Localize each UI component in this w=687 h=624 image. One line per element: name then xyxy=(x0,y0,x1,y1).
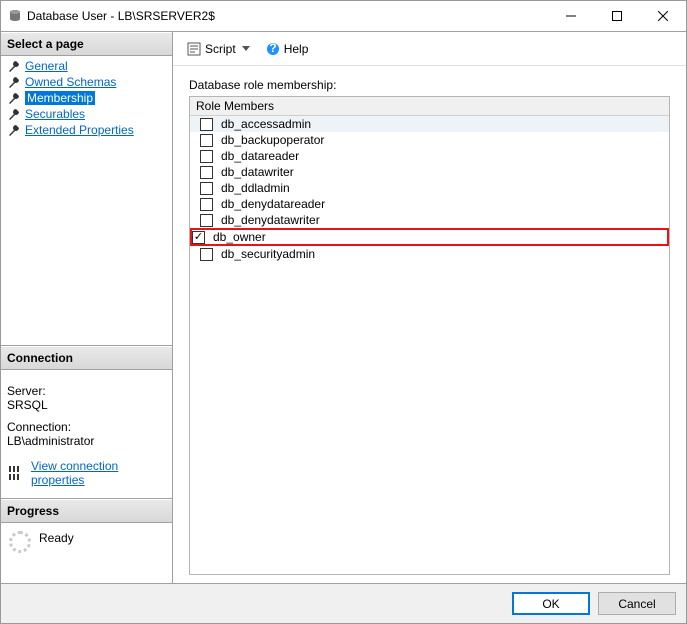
grid-column-header: Role Members xyxy=(190,97,669,116)
role-row[interactable]: db_ddladmin xyxy=(190,180,669,196)
sidebar-item-label: Owned Schemas xyxy=(25,75,116,89)
wrench-icon xyxy=(7,108,21,120)
toolbar: Script ? Help xyxy=(173,32,686,66)
sidebar-item-label: Extended Properties xyxy=(25,123,134,137)
role-row[interactable]: db_denydatareader xyxy=(190,196,669,212)
ok-button[interactable]: OK xyxy=(512,592,590,615)
cancel-button[interactable]: Cancel xyxy=(598,592,676,615)
script-label: Script xyxy=(205,42,236,56)
server-value: SRSQL xyxy=(7,398,166,412)
role-name: db_accessadmin xyxy=(221,117,311,131)
server-label: Server: xyxy=(7,384,166,398)
script-icon xyxy=(187,42,201,56)
role-name: db_ddladmin xyxy=(221,181,290,195)
sidebar-item-extended-properties[interactable]: Extended Properties xyxy=(3,122,170,138)
select-page-header: Select a page xyxy=(1,32,172,56)
sidebar-item-label: Securables xyxy=(25,107,85,121)
help-button[interactable]: ? Help xyxy=(262,40,313,58)
dialog-footer: OK Cancel xyxy=(1,583,686,623)
membership-label: Database role membership: xyxy=(189,78,670,92)
role-name: db_backupoperator xyxy=(221,133,324,147)
main-panel: Script ? Help Database role membership: xyxy=(173,32,686,583)
wrench-icon xyxy=(7,60,21,72)
connection-value: LB\administrator xyxy=(7,434,166,448)
role-row[interactable]: db_datareader xyxy=(190,148,669,164)
sidebar: Select a page General Owned Schemas Member… xyxy=(1,32,173,583)
role-name: db_datawriter xyxy=(221,165,294,179)
role-checkbox[interactable] xyxy=(192,231,205,244)
role-row[interactable]: db_owner xyxy=(190,228,669,246)
help-label: Help xyxy=(284,42,309,56)
role-row[interactable]: db_accessadmin xyxy=(190,116,669,132)
connection-label: Connection: xyxy=(7,420,166,434)
progress-spinner-icon xyxy=(9,531,31,553)
role-row[interactable]: db_datawriter xyxy=(190,164,669,180)
svg-text:?: ? xyxy=(269,42,276,55)
role-name: db_denydatawriter xyxy=(221,213,320,227)
help-icon: ? xyxy=(266,42,280,56)
maximize-button[interactable] xyxy=(594,1,640,31)
chevron-down-icon xyxy=(242,46,250,51)
titlebar: Database User - LB\SRSERVER2$ xyxy=(1,1,686,31)
database-icon xyxy=(7,8,23,24)
role-row[interactable]: db_backupoperator xyxy=(190,132,669,148)
dialog-body: Select a page General Owned Schemas Member… xyxy=(1,31,686,583)
roles-list: db_accessadmin db_backupoperator db_datare… xyxy=(190,116,669,262)
connection-props-icon xyxy=(7,466,21,480)
role-membership-grid: Role Members db_accessadmin db_backupoper… xyxy=(189,96,670,575)
sidebar-item-label: Membership xyxy=(25,91,95,105)
content-area: Database role membership: Role Members d… xyxy=(173,66,686,583)
sidebar-item-securables[interactable]: Securables xyxy=(3,106,170,122)
page-nav: General Owned Schemas Membership Securables… xyxy=(1,56,172,346)
role-checkbox[interactable] xyxy=(200,198,213,211)
window-title: Database User - LB\SRSERVER2$ xyxy=(27,9,215,23)
role-name: db_datareader xyxy=(221,149,299,163)
script-button[interactable]: Script xyxy=(183,40,254,58)
sidebar-item-label: General xyxy=(25,59,68,73)
role-checkbox[interactable] xyxy=(200,134,213,147)
role-name: db_owner xyxy=(213,230,266,244)
role-checkbox[interactable] xyxy=(200,166,213,179)
wrench-icon xyxy=(7,76,21,88)
close-button[interactable] xyxy=(640,1,686,31)
sidebar-item-general[interactable]: General xyxy=(3,58,170,74)
view-connection-properties-link[interactable]: View connection properties xyxy=(27,458,166,488)
progress-header: Progress xyxy=(1,499,172,523)
role-name: db_securityadmin xyxy=(221,247,315,261)
minimize-button[interactable] xyxy=(548,1,594,31)
wrench-icon xyxy=(7,92,21,104)
wrench-icon xyxy=(7,124,21,136)
sidebar-item-owned-schemas[interactable]: Owned Schemas xyxy=(3,74,170,90)
connection-header: Connection xyxy=(1,346,172,370)
connection-panel: Server: SRSQL Connection: LB\administrat… xyxy=(1,370,172,499)
dialog-window: Database User - LB\SRSERVER2$ Select a p… xyxy=(0,0,687,624)
sidebar-item-membership[interactable]: Membership xyxy=(3,90,170,106)
role-checkbox[interactable] xyxy=(200,150,213,163)
progress-panel: Ready xyxy=(1,523,172,583)
progress-status: Ready xyxy=(39,531,74,545)
role-name: db_denydatareader xyxy=(221,197,325,211)
role-checkbox[interactable] xyxy=(200,248,213,261)
role-checkbox[interactable] xyxy=(200,118,213,131)
role-row[interactable]: db_securityadmin xyxy=(190,246,669,262)
role-checkbox[interactable] xyxy=(200,214,213,227)
role-checkbox[interactable] xyxy=(200,182,213,195)
role-row[interactable]: db_denydatawriter xyxy=(190,212,669,228)
